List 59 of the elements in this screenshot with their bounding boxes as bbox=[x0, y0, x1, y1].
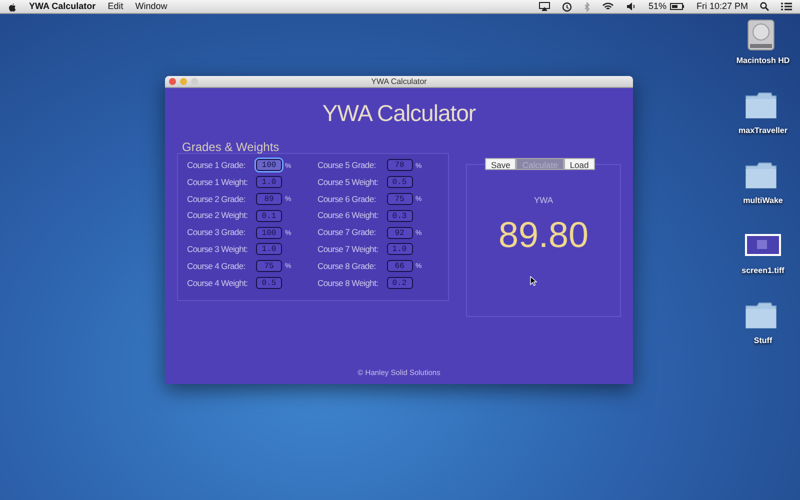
field-label: Course 1 Grade: bbox=[187, 159, 246, 172]
field-label: Course 3 Grade: bbox=[187, 226, 246, 239]
app-heading: YWA Calculator bbox=[322, 100, 476, 126]
field-label: Course 5 Grade: bbox=[318, 159, 377, 172]
result-label: YWA bbox=[532, 194, 554, 207]
field-label: Course 8 Grade: bbox=[318, 260, 377, 273]
input-field[interactable]: 75 bbox=[386, 192, 412, 205]
field-label: Course 5 Weight: bbox=[318, 176, 380, 189]
field-label: Course 2 Grade: bbox=[187, 192, 246, 206]
icon-label[interactable]: multiWake bbox=[743, 195, 783, 207]
input-field[interactable]: 0.1 bbox=[256, 210, 282, 222]
input-field[interactable]: 1.0 bbox=[256, 243, 282, 256]
airplay-icon[interactable] bbox=[539, 2, 550, 11]
volume-icon[interactable] bbox=[626, 2, 636, 11]
icon-label[interactable]: Macintosh HD bbox=[736, 55, 790, 67]
clock[interactable]: Fri 10:27 PM bbox=[696, 0, 748, 14]
input-field[interactable]: 0.2 bbox=[386, 276, 412, 289]
search-icon[interactable] bbox=[760, 2, 769, 11]
field-label: Course 8 Weight: bbox=[318, 276, 380, 290]
wifi-icon[interactable] bbox=[602, 2, 614, 11]
input-field[interactable]: 78 bbox=[386, 159, 412, 172]
mouse-pointer-icon bbox=[530, 276, 537, 286]
battery-percentage: 51% bbox=[648, 0, 666, 13]
input-field[interactable]: 1.0 bbox=[256, 176, 282, 188]
input-field[interactable]: 75 bbox=[256, 260, 282, 272]
input-field[interactable]: 1.0 bbox=[386, 243, 412, 256]
input-field[interactable]: 100 bbox=[256, 226, 282, 239]
icon-label[interactable]: maxTraveller bbox=[738, 125, 788, 137]
field-label: Course 1 Weight: bbox=[187, 176, 249, 189]
menu-item[interactable]: Edit bbox=[108, 0, 124, 14]
input-field[interactable]: 0.5 bbox=[256, 276, 282, 289]
battery-icon[interactable] bbox=[670, 3, 684, 10]
apple-icon[interactable] bbox=[8, 2, 17, 12]
input-field[interactable]: 89 bbox=[256, 192, 282, 205]
menu-item[interactable]: Window bbox=[135, 0, 168, 14]
list-icon[interactable] bbox=[781, 2, 792, 11]
field-label: Course 6 Grade: bbox=[318, 192, 377, 206]
segment-button[interactable]: Save bbox=[485, 158, 516, 170]
time-machine-icon[interactable] bbox=[562, 2, 572, 12]
input-field[interactable]: 0.5 bbox=[386, 176, 412, 188]
field-label: Course 4 Grade: bbox=[187, 260, 246, 273]
input-field[interactable]: 92 bbox=[386, 226, 412, 239]
close-button[interactable] bbox=[169, 78, 176, 85]
icon-label[interactable]: screen1.tiff bbox=[742, 265, 784, 277]
window-title: YWA Calculator bbox=[371, 77, 427, 86]
field-label: Course 6 Weight: bbox=[318, 209, 380, 222]
input-field[interactable]: 66 bbox=[386, 260, 412, 272]
field-label: Course 3 Weight: bbox=[187, 243, 249, 256]
icon-label[interactable]: Stuff bbox=[754, 335, 772, 347]
field-label: Course 7 Grade: bbox=[318, 226, 377, 239]
segment-button[interactable]: Load bbox=[564, 158, 595, 170]
field-label: Course 7 Weight: bbox=[318, 243, 380, 256]
field-label: Course 2 Weight: bbox=[187, 209, 249, 222]
app-menu[interactable]: YWA Calculator bbox=[29, 0, 96, 14]
section-title: Grades & Weights bbox=[182, 140, 280, 154]
input-field[interactable]: 100 bbox=[256, 159, 282, 172]
result-value: 89.80 bbox=[497, 217, 590, 253]
input-field[interactable]: 0.3 bbox=[386, 210, 412, 222]
field-label: Course 4 Weight: bbox=[187, 276, 249, 290]
